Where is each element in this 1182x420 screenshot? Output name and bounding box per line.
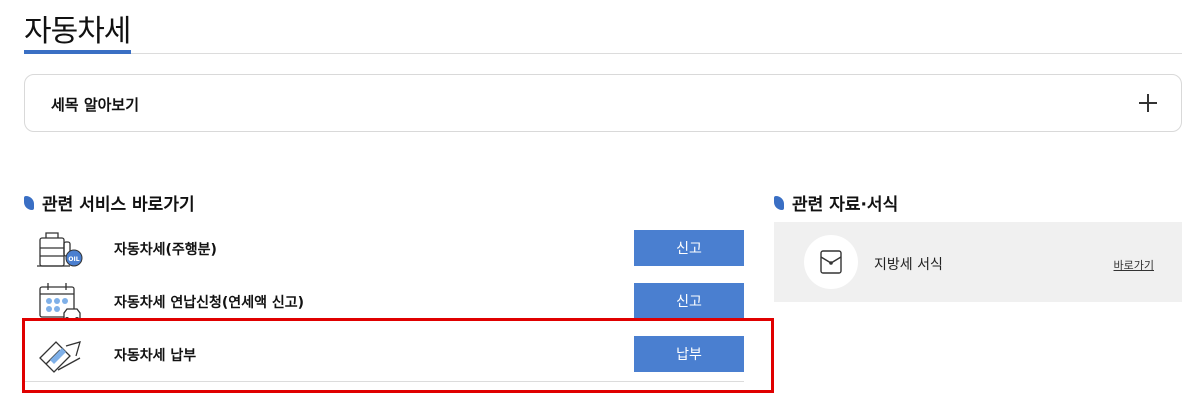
service-row-driving-tax: OIL 자동차세(주행분) 신고	[24, 222, 744, 275]
service-row-tax-payment: 자동차세 납부 납부	[24, 328, 744, 381]
service-label: 자동차세(주행분)	[114, 242, 217, 258]
fuel-tank-icon: OIL	[37, 232, 83, 267]
related-services-title: 관련 서비스 바로가기	[24, 190, 195, 215]
section-bullet-icon	[774, 195, 784, 210]
tax-info-accordion[interactable]: 세목 알아보기	[24, 74, 1182, 132]
page-title: 자동차세	[24, 14, 131, 49]
svg-text:OIL: OIL	[68, 256, 79, 263]
accordion-label: 세목 알아보기	[51, 96, 140, 114]
related-forms-panel: 지방세 서식 바로가기	[774, 222, 1182, 302]
plus-icon[interactable]	[1139, 94, 1157, 112]
service-row-annual-payment: 자동차세 연납신청(연세액 신고) 신고	[22, 275, 774, 393]
service-label: 자동차세 연납신청(연세액 신고)	[114, 295, 304, 311]
form-label: 지방세 서식	[874, 257, 943, 273]
card-payment-icon	[39, 341, 81, 373]
document-envelope-icon	[820, 250, 842, 274]
title-underline	[24, 50, 131, 54]
form-icon-wrapper	[804, 235, 858, 289]
related-services-title-text: 관련 서비스 바로가기	[42, 195, 195, 215]
calendar-car-icon	[39, 283, 81, 321]
section-bullet-icon	[24, 195, 34, 210]
form-shortcut-link[interactable]: 바로가기	[1114, 257, 1154, 273]
driving-tax-report-button[interactable]: 신고	[634, 230, 744, 266]
page-header: 자동차세	[24, 0, 1182, 54]
annual-payment-report-button[interactable]: 신고	[634, 283, 744, 319]
related-forms-title-text: 관련 자료·서식	[792, 195, 899, 215]
service-label: 자동차세 납부	[114, 348, 197, 364]
tax-payment-button[interactable]: 납부	[634, 336, 744, 372]
related-forms-title: 관련 자료·서식	[774, 190, 898, 215]
related-services-list: OIL 자동차세(주행분) 신고 자동차세 연납신청(연세액 신고) 신고 자동…	[22, 222, 774, 393]
